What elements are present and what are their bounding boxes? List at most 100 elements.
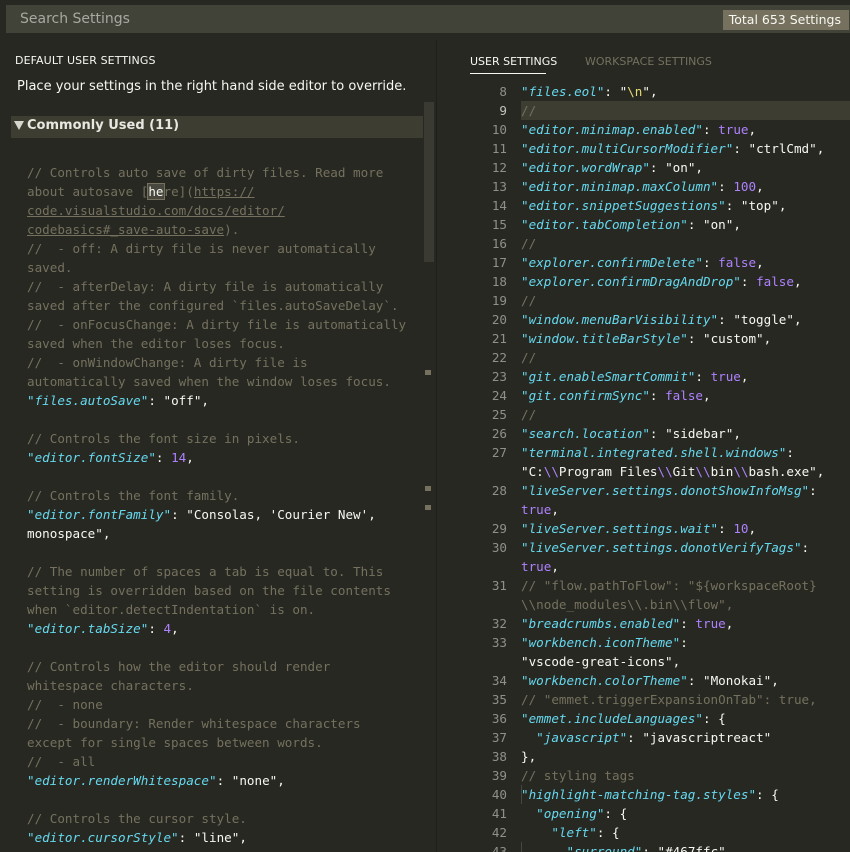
user-setting-line: true, [521, 500, 850, 519]
code-token: }, [521, 749, 537, 764]
code-token: // - boundary: Render whitespace charact… [27, 716, 361, 731]
chevron-down-icon [14, 121, 24, 130]
code-token: "line" [193, 830, 240, 845]
code-token: "on" [665, 160, 696, 175]
code-token: : [740, 274, 757, 289]
user-setting-line: "liveServer.settings.wait": 10, [521, 519, 850, 538]
line-number [437, 595, 507, 614]
code-token: : [680, 616, 696, 631]
code-token: when `editor.detectIndentation` is on. [27, 602, 316, 617]
code-token: true [710, 369, 741, 384]
line-number: 30 [491, 540, 507, 555]
line-number: 9 [499, 103, 507, 118]
default-setting-line: when `editor.detectIndentation` is on. [27, 600, 422, 619]
code-token: \n [627, 84, 643, 99]
default-settings-editor[interactable]: // Controls auto save of dirty files. Re… [27, 163, 422, 847]
code-token: "liveServer.settings.wait" [521, 521, 719, 536]
code-token: : [702, 255, 719, 270]
code-token: // Controls how the editor should render [27, 659, 331, 674]
line-number: 28 [491, 483, 507, 498]
active-tab-underline [470, 73, 546, 74]
code-token: , [551, 502, 559, 517]
code-token: "window.menuBarVisibility" [521, 312, 719, 327]
tab-user-settings[interactable]: USER SETTINGS [470, 55, 557, 68]
code-token: , [748, 122, 757, 137]
line-number: 14 [491, 198, 507, 213]
code-token: "editor.tabSize" [27, 621, 149, 636]
default-setting-line: // Controls auto save of dirty files. Re… [27, 163, 422, 182]
code-token: bash.exe" [748, 464, 817, 479]
code-token: "workbench.colorTheme" [521, 673, 688, 688]
search-input[interactable] [7, 6, 707, 32]
code-token: true [718, 122, 749, 137]
code-token: Git [672, 464, 696, 479]
default-settings-header: DEFAULT USER SETTINGS [15, 54, 156, 67]
user-settings-editor[interactable]: "files.eol": "\n", // "editor.minimap.enab… [521, 82, 850, 852]
code-token: , [816, 464, 825, 479]
default-setting-line: "editor.renderWhitespace": "none", [27, 771, 422, 790]
code-token: : [155, 450, 172, 465]
code-token: "search.location" [521, 426, 650, 441]
user-setting-line: "left": { [521, 823, 850, 842]
default-setting-line [27, 410, 422, 429]
code-token: code.visualstudio.com/docs/editor/ [27, 203, 285, 218]
scrollbar-thumb[interactable] [424, 102, 434, 262]
code-token: "sidebar" [665, 426, 734, 441]
code-token: : [649, 388, 666, 403]
default-setting-line: "editor.fontSize": 14, [27, 448, 422, 467]
code-token: "explorer.confirmDelete" [521, 255, 703, 270]
code-token: : { [596, 825, 620, 840]
code-token: codebasics#_save-auto-save [27, 222, 225, 237]
code-token: : { [756, 787, 779, 802]
user-setting-line: "emmet.includeLanguages": { [521, 709, 850, 728]
default-setting-line: about autosave [here](https:// [27, 182, 422, 201]
code-token: 4 [163, 621, 172, 636]
code-token: \\ [695, 464, 711, 479]
code-token: , [649, 84, 658, 99]
default-setting-line [27, 543, 422, 562]
user-setting-line: "terminal.integrated.shell.windows": [521, 443, 850, 462]
group-commonly-used[interactable]: Commonly Used (11) [11, 116, 423, 138]
code-token: , [793, 274, 802, 289]
code-token: , [672, 654, 681, 669]
user-setting-line: "explorer.confirmDelete": false, [521, 253, 850, 272]
user-setting-line: "workbench.colorTheme": "Monokai", [521, 671, 850, 690]
user-setting-line: true, [521, 557, 850, 576]
code-token: // - afterDelay: A dirty file is automat… [27, 279, 384, 294]
code-token: , [725, 616, 734, 631]
code-token: : [718, 179, 734, 194]
user-settings-pane: USER SETTINGS WORKSPACE SETTINGS 8 9 10 11 1… [437, 40, 850, 852]
code-token: "git.confirmSync" [521, 388, 650, 403]
code-token: , [703, 388, 711, 403]
user-setting-line: // [521, 348, 850, 367]
tab-workspace-settings[interactable]: WORKSPACE SETTINGS [585, 55, 712, 68]
code-token: // Controls the font size in pixels. [27, 431, 300, 446]
code-token: "opening" [536, 806, 605, 821]
code-token: \\ [543, 464, 559, 479]
code-token: whitespace characters. [27, 678, 194, 693]
code-token: "editor.wordWrap" [521, 160, 650, 175]
default-setting-line: whitespace characters. [27, 676, 422, 695]
code-token: // styling tags [521, 768, 635, 783]
code-token: "emmet.includeLanguages" [521, 711, 703, 726]
code-token: false [665, 388, 703, 403]
code-token: "editor.fontFamily" [27, 507, 172, 522]
ruler-mark [425, 505, 431, 510]
code-token: "explorer.confirmDragAndDrop" [521, 274, 741, 289]
code-token: , [778, 198, 787, 213]
default-setting-line: automatically saved when the window lose… [27, 372, 422, 391]
user-setting-line: "vscode-great-icons", [521, 652, 850, 671]
code-token: // The number of spaces a tab is equal t… [27, 564, 384, 579]
default-setting-line: except for single spaces between words. [27, 733, 422, 752]
code-token: 10 [733, 521, 749, 536]
total-settings-badge: Total 653 Settings [722, 10, 849, 30]
default-setting-line [27, 638, 422, 657]
code-token: : [801, 540, 810, 555]
code-token: "surround" [566, 844, 643, 852]
code-token: // "flow.pathToFlow": "${workspaceRoot} [521, 578, 817, 593]
code-token: , [793, 312, 802, 327]
line-number: 16 [491, 236, 507, 251]
indent-guide [521, 785, 522, 804]
settings-tabs: USER SETTINGS WORKSPACE SETTINGS [437, 40, 850, 84]
code-token: false [756, 274, 794, 289]
